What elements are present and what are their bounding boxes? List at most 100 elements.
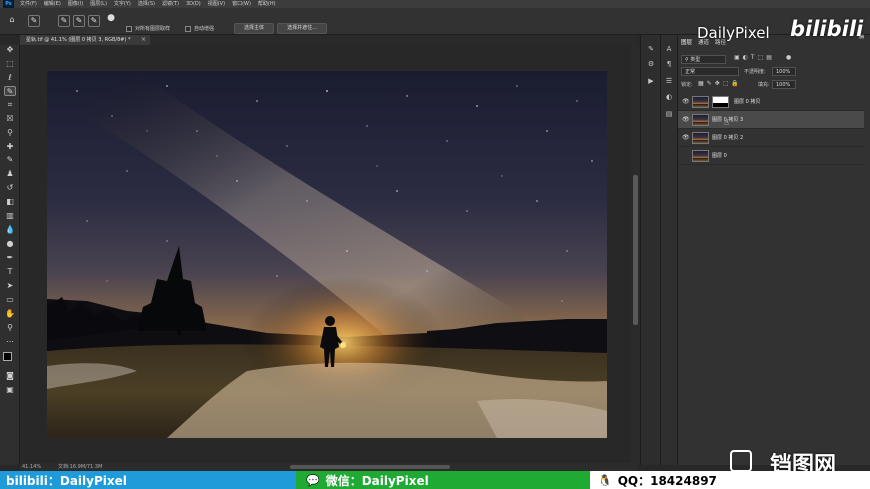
gradient-tool-icon[interactable]: ▥ xyxy=(4,211,16,221)
eyedropper-tool-icon[interactable]: ⚲ xyxy=(4,128,16,138)
vertical-scroll-thumb[interactable] xyxy=(633,175,638,325)
more-tools-icon[interactable]: ⋯ xyxy=(4,337,16,347)
layer-row[interactable]: 👁 图层 0 拷贝 xyxy=(678,93,864,111)
sample-all-layers-checkbox[interactable] xyxy=(126,26,132,32)
fill-label: 填充: xyxy=(758,82,770,88)
eye-icon[interactable]: 👁 xyxy=(682,116,690,123)
lock-label: 锁定: xyxy=(681,82,693,88)
play-icon[interactable]: ▶ xyxy=(645,77,657,85)
milky-way-photo xyxy=(47,71,607,438)
menu-image[interactable]: 图像(I) xyxy=(68,0,83,8)
frame-tool-icon[interactable]: ☒ xyxy=(4,114,16,124)
eye-icon[interactable]: 👁 xyxy=(682,134,690,141)
layer-row[interactable]: 👁 图层 0 xyxy=(678,147,864,165)
opacity-input[interactable]: 100% xyxy=(772,67,796,76)
auto-enhance-checkbox[interactable] xyxy=(185,26,191,32)
close-icon[interactable]: × xyxy=(141,35,146,45)
brush-size-icon[interactable]: ● xyxy=(105,13,117,25)
layer-filter-kind[interactable]: ⚲ 类型 xyxy=(681,55,726,64)
screen-mode-icon[interactable]: ▣ xyxy=(4,385,16,395)
layer-row[interactable]: 👁 图层 0 拷贝 3 ☝ xyxy=(678,111,864,129)
menu-select[interactable]: 选择(S) xyxy=(138,0,155,8)
healing-brush-icon[interactable]: ✚ xyxy=(4,142,16,152)
document-canvas[interactable] xyxy=(47,71,607,438)
quick-select-tool-icon[interactable]: ✎ xyxy=(4,86,16,96)
type-tool-icon[interactable]: T xyxy=(4,267,16,277)
layer-filter-label: 类型 xyxy=(690,57,701,63)
tab-layers[interactable]: 图层 xyxy=(681,38,692,46)
qq-icon: 🐧 xyxy=(598,473,612,487)
move-tool-icon[interactable]: ✥ xyxy=(4,45,16,55)
menu-edit[interactable]: 编辑(E) xyxy=(44,0,61,8)
menu-view[interactable]: 视图(V) xyxy=(208,0,225,8)
menu-layer[interactable]: 图层(L) xyxy=(90,0,107,8)
blend-mode-select[interactable]: 正常 xyxy=(681,67,739,76)
photoshop-window: 文件(F) 编辑(E) 图像(I) 图层(L) 文字(Y) 选择(S) 滤镜(T… xyxy=(0,0,870,489)
wechat-icon: 💬 xyxy=(306,473,320,487)
foreground-color-swatch[interactable] xyxy=(3,352,12,361)
menu-file[interactable]: 文件(F) xyxy=(20,0,37,8)
shape-tool-icon[interactable]: ▭ xyxy=(4,295,16,305)
history-icon[interactable]: ✎ xyxy=(645,45,657,53)
canvas-area[interactable] xyxy=(21,45,631,463)
promo-qq-text: QQ：18424897 xyxy=(617,473,717,488)
libraries-icon[interactable]: ▤ xyxy=(663,110,675,118)
menu-filter[interactable]: 滤镜(T) xyxy=(162,0,179,8)
lock-icons[interactable]: ▦✎✥⬚🔒 xyxy=(698,80,742,87)
crop-tool-icon[interactable]: ⌗ xyxy=(4,100,16,110)
quick-select-tool-icon[interactable]: ✎ xyxy=(28,15,40,27)
document-tab-title: 星轨.tif @ 41.1% (图层 0 拷贝 3, RGB/8#) * xyxy=(26,37,131,43)
subtract-selection-icon[interactable]: ✎ xyxy=(88,15,100,27)
properties-icon[interactable]: ☰ xyxy=(663,77,675,85)
filter-toggle-icon[interactable]: ● xyxy=(786,54,791,61)
promo-bar: bilibili：DailyPixel 💬 微信：DailyPixel 🐧 QQ… xyxy=(0,471,870,489)
eye-hidden-icon[interactable]: 👁 xyxy=(682,152,690,159)
eraser-tool-icon[interactable]: ◧ xyxy=(4,197,16,207)
brush-settings-icon[interactable]: ⚙ xyxy=(645,60,657,68)
character-icon[interactable]: A xyxy=(663,45,675,53)
new-selection-icon[interactable]: ✎ xyxy=(58,15,70,27)
eye-icon[interactable]: 👁 xyxy=(682,98,690,105)
menu-type[interactable]: 文字(Y) xyxy=(114,0,131,8)
fill-input[interactable]: 100% xyxy=(772,80,796,89)
cursor-pointer-icon: ☝ xyxy=(724,118,729,127)
zoom-level[interactable]: 41.14% xyxy=(22,463,41,471)
dodge-tool-icon[interactable]: ● xyxy=(4,239,16,249)
home-icon[interactable]: ⌂ xyxy=(6,15,18,27)
layer-thumbnail xyxy=(692,132,709,144)
layer-filter-icons[interactable]: ▣◐T⬚▤ xyxy=(734,54,775,61)
layer-mask-thumbnail[interactable] xyxy=(712,96,729,108)
brush-tool-icon[interactable]: ✎ xyxy=(4,155,16,165)
sample-all-layers-label: 对所有图层取样 xyxy=(135,26,171,32)
history-brush-icon[interactable]: ↺ xyxy=(4,183,16,193)
select-and-mask-button[interactable]: 选择并遮住... xyxy=(277,23,327,34)
lasso-tool-icon[interactable]: ℓ xyxy=(4,73,16,83)
opacity-label: 不透明度: xyxy=(744,69,766,75)
document-tab[interactable]: 星轨.tif @ 41.1% (图层 0 拷贝 3, RGB/8#) * × xyxy=(20,35,150,45)
menu-help[interactable]: 帮助(H) xyxy=(258,0,276,8)
vertical-scrollbar[interactable] xyxy=(631,45,640,463)
clone-stamp-icon[interactable]: ♟ xyxy=(4,169,16,179)
channel-watermark: DailyPixel xyxy=(697,24,770,42)
add-to-selection-icon[interactable]: ✎ xyxy=(73,15,85,27)
layer-row[interactable]: 👁 图层 0 拷贝 2 xyxy=(678,129,864,147)
adjustments-icon[interactable]: ◐ xyxy=(663,93,675,101)
hand-tool-icon[interactable]: ✋ xyxy=(4,309,16,319)
horizontal-scrollbar[interactable] xyxy=(290,465,450,469)
menu-window[interactable]: 窗口(W) xyxy=(232,0,251,8)
menu-3d[interactable]: 3D(D) xyxy=(186,0,201,8)
quick-mask-icon[interactable]: ◙ xyxy=(4,371,16,381)
paragraph-icon[interactable]: ¶ xyxy=(663,60,675,68)
select-subject-button[interactable]: 选择主体 xyxy=(234,23,274,34)
blur-tool-icon[interactable]: 💧 xyxy=(4,225,16,235)
marquee-tool-icon[interactable]: ⬚ xyxy=(4,59,16,69)
pen-tool-icon[interactable]: ✒ xyxy=(4,253,16,263)
layer-name[interactable]: 图层 0 xyxy=(712,152,727,159)
path-select-icon[interactable]: ➤ xyxy=(4,281,16,291)
layer-name[interactable]: 图层 0 拷贝 2 xyxy=(712,134,743,141)
bilibili-promo: bilibili：DailyPixel xyxy=(0,471,296,489)
layer-name[interactable]: 图层 0 拷贝 xyxy=(734,98,760,105)
status-bar: 41.14% 文档:16.9M/71.3M xyxy=(20,463,637,471)
auto-enhance-label: 自动增强 xyxy=(194,26,215,32)
zoom-tool-icon[interactable]: ⚲ xyxy=(4,323,16,333)
